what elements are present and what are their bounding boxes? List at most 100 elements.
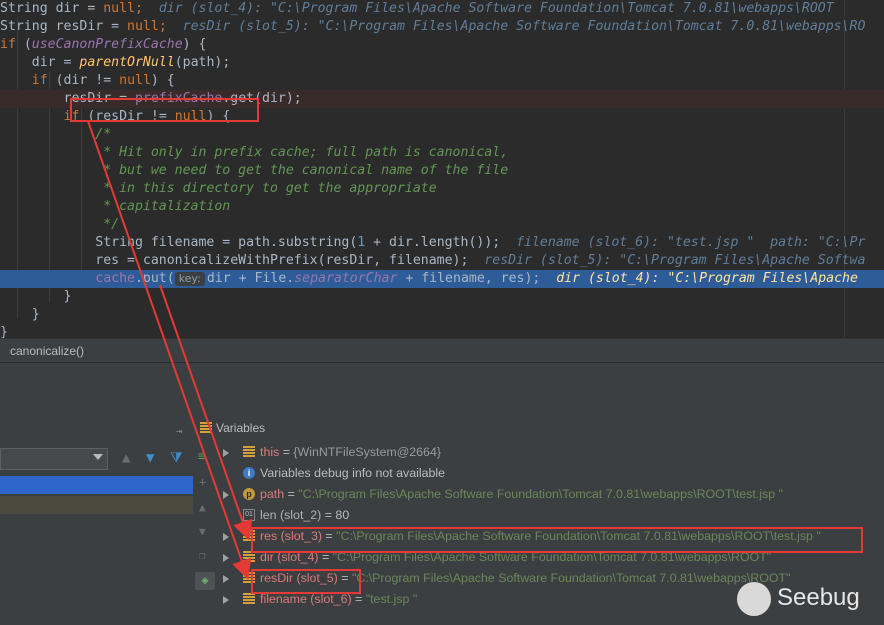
expand-arrow-icon[interactable] <box>223 554 229 562</box>
expand-arrow-icon[interactable] <box>223 596 229 604</box>
variable-row[interactable]: 01 len (slot_2) = 80 <box>217 505 884 526</box>
code-token: dir = <box>0 55 80 70</box>
code-line[interactable]: * but we need to get the canonical name … <box>0 162 884 180</box>
code-token: if <box>0 37 24 52</box>
parameter-icon: p <box>243 488 255 500</box>
code-token: dir + File. <box>206 271 295 286</box>
down-arrow-icon[interactable]: ▼ <box>146 450 154 466</box>
code-token: (dir != <box>55 73 120 88</box>
variable-equals: = <box>321 529 337 543</box>
code-token: } <box>0 307 40 322</box>
variables-icon <box>200 422 212 434</box>
variable-name: this <box>260 445 280 459</box>
code-token: (path); <box>174 55 231 70</box>
variable-name: filename (slot_6) <box>260 592 352 606</box>
code-line[interactable]: */ <box>0 216 884 234</box>
code-line[interactable]: } <box>0 288 884 306</box>
add-watch-icon[interactable]: + <box>199 474 206 490</box>
frame-row[interactable] <box>0 496 193 514</box>
code-line[interactable]: String resDir = null; resDir (slot_5): "… <box>0 18 884 36</box>
filter-icon[interactable]: ⧩ <box>170 450 183 466</box>
code-line[interactable]: } <box>0 306 884 324</box>
expand-arrow-icon[interactable] <box>223 491 229 499</box>
variables-header: Variables <box>193 414 884 442</box>
breadcrumb-method[interactable]: canonicalize() <box>10 344 84 358</box>
variable-text: path = "C:\Program Files\Apache Software… <box>260 484 783 505</box>
copy-icon[interactable]: ❐ <box>199 548 206 564</box>
breadcrumb[interactable]: canonicalize() <box>0 338 884 363</box>
code-token: resDir (slot_5): "C:\Program Files\Apach… <box>182 19 866 34</box>
primitive-icon: 01 <box>243 509 255 521</box>
info-icon: i <box>243 467 255 479</box>
variable-row[interactable]: p path = "C:\Program Files\Apache Softwar… <box>217 484 884 505</box>
up-arrow-icon[interactable]: ▲ <box>122 450 130 466</box>
show-watches-icon[interactable]: ◈ <box>195 572 215 590</box>
code-token: + filename, res); <box>397 271 557 286</box>
code-line[interactable]: cache.put(key: dir + File.separatorChar +… <box>0 270 884 288</box>
variable-text: resDir (slot_5) = "C:\Program Files\Apac… <box>260 568 790 589</box>
code-line[interactable]: if (useCanonPrefixCache) { <box>0 36 884 54</box>
move-up-icon[interactable]: ▲ <box>199 500 206 516</box>
variable-value: 80 <box>335 508 350 522</box>
variable-row[interactable]: res (slot_3) = "C:\Program Files\Apache … <box>217 526 884 547</box>
variable-value: {WinNTFileSystem@2664} <box>293 445 441 459</box>
variable-name: path <box>260 487 285 501</box>
move-down-icon[interactable]: ▼ <box>199 524 206 540</box>
code-token: null <box>103 1 135 16</box>
expand-arrow-icon[interactable] <box>223 449 229 457</box>
code-line[interactable]: /* <box>0 126 884 144</box>
code-line[interactable]: * in this directory to get the appropria… <box>0 180 884 198</box>
code-token: .put( <box>134 271 175 286</box>
code-line[interactable]: } <box>0 324 884 338</box>
code-token: cache <box>95 271 135 286</box>
code-token: if <box>63 109 88 124</box>
code-line[interactable]: String filename = path.substring(1 + dir… <box>0 234 884 252</box>
code-line[interactable]: resDir = prefixCache.get(dir); <box>0 90 884 108</box>
code-line[interactable]: String dir = null; dir (slot_4): "C:\Pro… <box>0 0 884 18</box>
field-icon <box>243 446 255 458</box>
frames-panel[interactable]: ▲ ▼ ⧩ ⇥ <box>0 414 194 625</box>
variable-value: Variables debug info not available <box>260 466 446 480</box>
selected-frame[interactable] <box>0 476 193 494</box>
variable-equals: = <box>318 550 333 564</box>
variable-name: resDir (slot_5) <box>260 571 338 585</box>
code-editor[interactable]: String dir = null; dir (slot_4): "C:\Pro… <box>0 0 884 338</box>
variable-row[interactable]: this = {WinNTFileSystem@2664} <box>217 442 884 463</box>
code-token: * Hit only in prefix cache; full path is… <box>0 145 509 160</box>
variable-text: Variables debug info not available <box>260 463 445 484</box>
thread-dropdown[interactable] <box>0 448 108 470</box>
evaluate-icon[interactable]: ≡ <box>198 448 205 464</box>
debug-tabs-bar <box>0 362 884 415</box>
code-line[interactable]: dir = parentOrNull(path); <box>0 54 884 72</box>
code-line[interactable]: * Hit only in prefix cache; full path is… <box>0 144 884 162</box>
variable-equals: = <box>284 487 299 501</box>
code-token: String resDir = <box>0 19 128 34</box>
variable-row[interactable]: dir (slot_4) = "C:\Program Files\Apache … <box>217 547 884 568</box>
variable-value: "C:\Program Files\Apache Software Founda… <box>298 487 783 501</box>
code-line[interactable]: if (dir != null) { <box>0 72 884 90</box>
variable-text: len (slot_2) = 80 <box>260 505 349 526</box>
code-line[interactable]: if (resDir != null) { <box>0 108 884 126</box>
code-token: * but we need to get the canonical name … <box>0 163 509 178</box>
variable-value: "C:\Program Files\Apache Software Founda… <box>336 529 821 543</box>
code-token: ) { <box>182 37 207 52</box>
code-token: */ <box>0 217 120 232</box>
variable-equals: = <box>337 571 352 585</box>
code-token: res = canonicalizeWithPrefix(resDir, fil… <box>0 253 485 268</box>
code-token: } <box>0 289 72 304</box>
code-line[interactable]: res = canonicalizeWithPrefix(resDir, fil… <box>0 252 884 270</box>
code-token: resDir = <box>0 91 135 106</box>
code-token: String filename = path.substring( <box>0 235 358 250</box>
code-token: useCanonPrefixCache <box>31 37 183 52</box>
variable-equals: = <box>351 592 366 606</box>
code-token: } <box>0 325 8 338</box>
expand-arrow-icon[interactable] <box>223 575 229 583</box>
restore-icon[interactable]: ⇥ <box>176 424 182 440</box>
expand-arrow-icon[interactable] <box>223 533 229 541</box>
code-line[interactable]: * capitalization <box>0 198 884 216</box>
code-token: /* <box>0 127 112 142</box>
variable-row[interactable]: i Variables debug info not available <box>217 463 884 484</box>
variable-text: filename (slot_6) = "test.jsp " <box>260 589 417 610</box>
